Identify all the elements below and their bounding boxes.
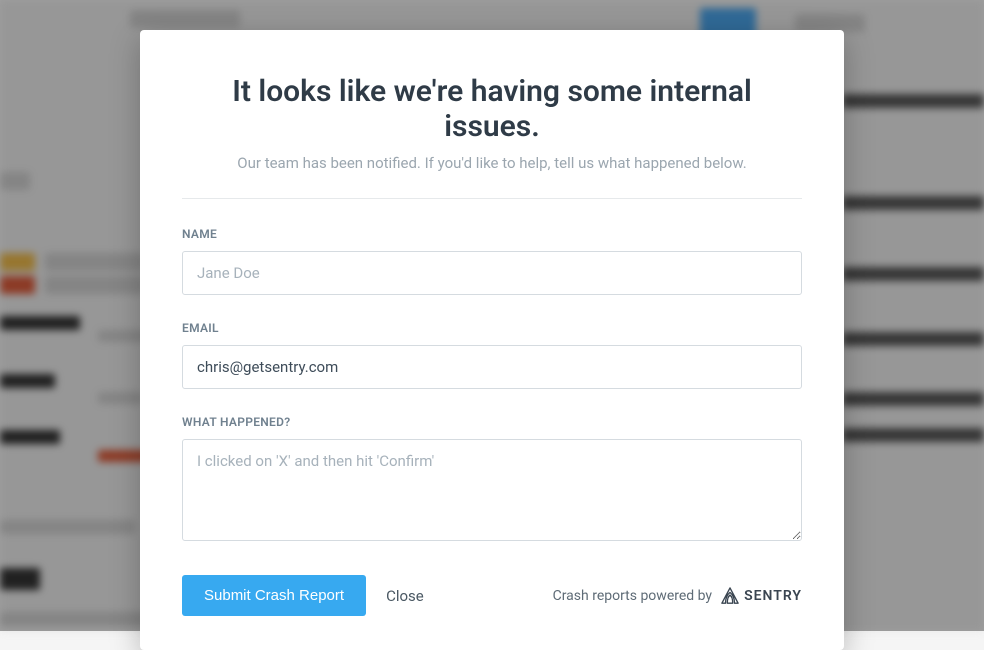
modal-title: It looks like we're having some internal… [182,74,802,144]
close-button[interactable]: Close [386,587,424,605]
email-field[interactable] [182,345,802,389]
footer-actions: Submit Crash Report Close [182,575,424,616]
powered-by-text: Crash reports powered by [553,588,712,604]
what-happened-field[interactable] [182,439,802,541]
what-happened-label: WHAT HAPPENED? [182,415,802,429]
modal-footer: Submit Crash Report Close Crash reports … [182,575,802,616]
sentry-logo: SENTRY [720,587,802,605]
name-label: NAME [182,227,802,241]
name-field[interactable] [182,251,802,295]
crash-report-modal: It looks like we're having some internal… [140,30,844,650]
divider [182,198,802,199]
submit-button[interactable]: Submit Crash Report [182,575,366,616]
powered-by: Crash reports powered by SENTRY [553,587,802,605]
email-label: EMAIL [182,321,802,335]
modal-subtitle: Our team has been notified. If you'd lik… [182,154,802,172]
sentry-brand-text: SENTRY [744,588,802,604]
sentry-icon [720,587,740,605]
